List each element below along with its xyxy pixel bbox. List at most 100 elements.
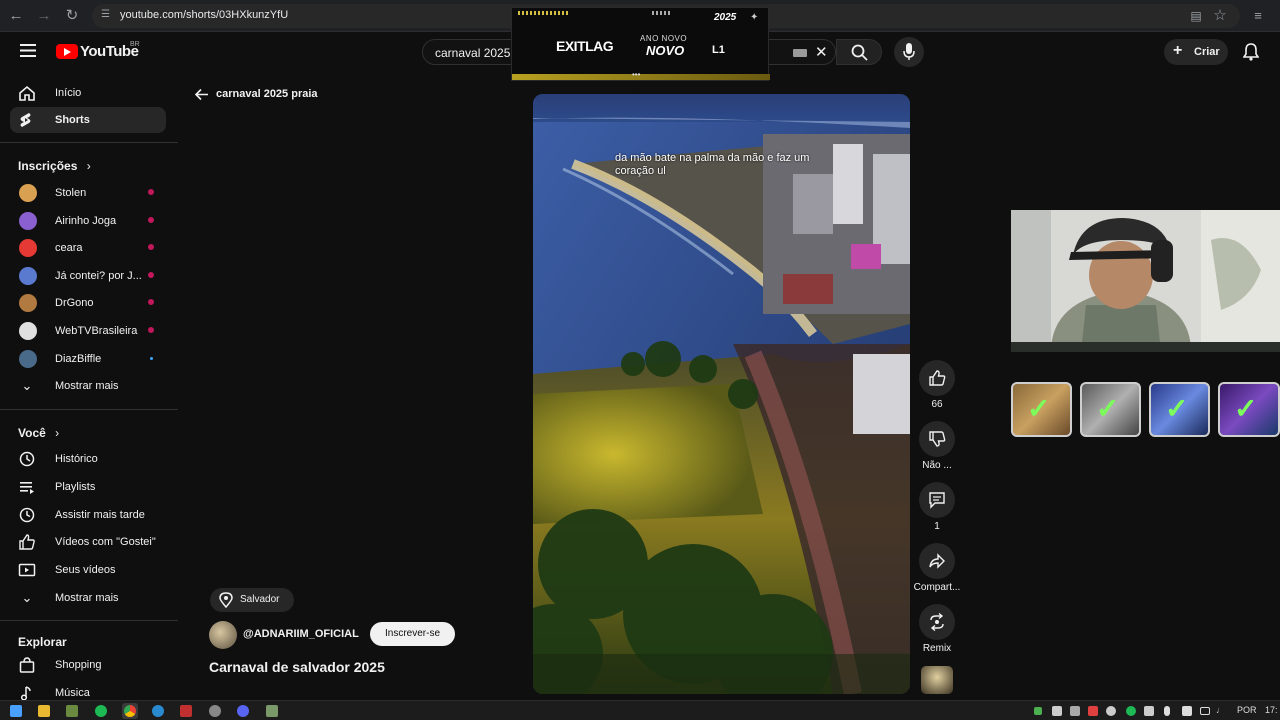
you-heading[interactable]: Você › — [18, 426, 59, 440]
live-indicator-icon — [148, 217, 154, 223]
shorts-video-player[interactable]: da mão bate na palma da mão e faz um cor… — [533, 94, 910, 694]
menu-hamburger-icon[interactable] — [20, 44, 36, 57]
create-label: Criar — [1194, 46, 1220, 58]
forward-arrow-icon[interactable]: → — [34, 6, 54, 26]
like-button[interactable] — [919, 360, 955, 396]
sidebar-item-historico[interactable]: Histórico — [10, 446, 166, 472]
sidebar-item-label: Shopping — [55, 659, 102, 671]
shopping-icon — [19, 657, 35, 673]
tray-icon[interactable] — [1106, 706, 1116, 716]
search-icon — [851, 44, 868, 61]
sidebar-item-subscription[interactable]: DrGono — [10, 290, 166, 316]
dislike-label: Não ... — [922, 460, 952, 471]
avatar — [19, 267, 37, 285]
app-icon[interactable] — [66, 705, 78, 717]
search-context-title[interactable]: carnaval 2025 praia — [216, 88, 318, 100]
input-language[interactable]: POR — [1237, 705, 1257, 715]
remix-button[interactable] — [919, 604, 955, 640]
discord-icon[interactable] — [237, 705, 249, 717]
sidebar-item-subscription[interactable]: Já contei? por J... — [10, 263, 166, 289]
install-app-icon[interactable]: ▤ — [1186, 6, 1206, 26]
ad-more-icon[interactable]: ••• — [632, 70, 640, 79]
start-menu-icon[interactable] — [10, 705, 22, 717]
channel-name[interactable]: @ADNARIIM_OFICIAL — [243, 628, 359, 640]
app-icon[interactable] — [266, 705, 278, 717]
app-icon[interactable] — [209, 705, 221, 717]
webcam-image — [1011, 210, 1280, 352]
location-chip[interactable]: Salvador — [210, 588, 294, 612]
sidebar-item-label: Vídeos com "Gostei" — [55, 536, 156, 548]
create-button[interactable]: + Criar — [1164, 39, 1228, 65]
notifications-bell-icon[interactable] — [1243, 43, 1259, 61]
tray-icon[interactable] — [1144, 706, 1154, 716]
sidebar-item-subscription[interactable]: ceara — [10, 235, 166, 261]
app-icon[interactable] — [180, 705, 192, 717]
tray-spotify-icon[interactable] — [1126, 706, 1136, 716]
explore-title: Explorar — [18, 635, 67, 649]
microphone-icon[interactable] — [1164, 706, 1170, 716]
sidebar-item-subscription[interactable]: WebTVBrasileira — [10, 318, 166, 344]
comments-button[interactable] — [919, 482, 955, 518]
sidebar-item-shorts[interactable]: Shorts — [10, 107, 166, 133]
file-explorer-icon[interactable] — [38, 705, 50, 717]
home-icon — [19, 85, 35, 101]
sidebar-item-label: DiazBiffle — [55, 353, 102, 365]
bookmark-star-icon[interactable]: ☆ — [1210, 6, 1230, 26]
sidebar-item-subscription[interactable]: Airinho Joga — [10, 208, 166, 234]
ad-tagline-1: ANO NOVO — [640, 34, 688, 43]
network-icon[interactable] — [1200, 707, 1210, 715]
channel-avatar[interactable] — [209, 621, 237, 649]
sidebar-item-subscription[interactable]: DiazBiffle — [10, 346, 166, 372]
site-info-icon[interactable]: ☰ — [101, 9, 110, 20]
spotify-icon[interactable] — [95, 705, 107, 717]
app-icon[interactable] — [152, 705, 164, 717]
subscriptions-heading[interactable]: Inscrições › — [18, 159, 91, 173]
reading-list-icon[interactable]: ≡ — [1248, 6, 1268, 26]
share-label: Compart... — [913, 582, 961, 593]
dislike-button[interactable] — [919, 421, 955, 457]
reload-icon[interactable]: ↻ — [62, 6, 82, 26]
sidebar-item-your-videos[interactable]: Seus vídeos — [10, 557, 166, 583]
back-arrow-icon[interactable] — [194, 88, 209, 101]
clock[interactable]: 17: — [1265, 705, 1278, 715]
webcam-overlay — [1011, 210, 1280, 352]
tray-icon[interactable] — [1052, 706, 1062, 716]
sidebar-item-label: Mostrar mais — [55, 592, 119, 604]
sidebar-item-watch-later[interactable]: Assistir mais tarde — [10, 502, 166, 528]
volume-icon[interactable]: ♩ — [1216, 705, 1225, 715]
sound-thumbnail[interactable] — [921, 666, 953, 694]
show-more-you-button[interactable]: ⌄ Mostrar mais — [10, 585, 166, 611]
video-title[interactable]: Carnaval de salvador 2025 — [209, 659, 385, 675]
tray-icon[interactable] — [1088, 706, 1098, 716]
tray-icon[interactable] — [1070, 706, 1080, 716]
search-query: carnaval 2025 — [435, 46, 511, 60]
sidebar-item-label: WebTVBrasileira — [55, 325, 138, 337]
location-pin-icon — [219, 592, 233, 608]
search-button[interactable] — [836, 39, 882, 65]
sidebar-item-playlists[interactable]: Playlists — [10, 474, 166, 500]
sidebar-item-subscription[interactable]: Stolen — [10, 180, 166, 206]
sidebar-item-liked-videos[interactable]: Vídeos com "Gostei" — [10, 529, 166, 555]
sidebar-item-label: DrGono — [55, 297, 94, 309]
live-indicator-icon — [148, 189, 154, 195]
tray-icon[interactable] — [1182, 706, 1192, 716]
show-more-subscriptions-button[interactable]: ⌄ Mostrar mais — [10, 373, 166, 399]
share-button[interactable] — [919, 543, 955, 579]
sidebar-item-shopping[interactable]: Shopping — [10, 652, 166, 678]
back-arrow-icon[interactable]: ← — [6, 6, 26, 26]
sidebar-item-label: Airinho Joga — [55, 215, 117, 227]
voice-search-button[interactable] — [894, 37, 924, 67]
subscribe-button[interactable]: Inscrever-se — [370, 622, 455, 646]
exitlag-ad-overlay[interactable]: 2025 ✦ EXITLAG ANO NOVO NOVO L1 ••• — [511, 7, 770, 81]
tray-icon[interactable] — [1034, 707, 1042, 715]
ad-settings-icon[interactable]: ✦ — [750, 12, 758, 23]
game-tile-check: ✓ — [1011, 382, 1072, 437]
keyboard-icon[interactable] — [793, 49, 807, 57]
youtube-logo-icon[interactable] — [56, 44, 78, 59]
sidebar-item-inicio[interactable]: Início — [10, 80, 166, 106]
chrome-active-icon[interactable] — [122, 703, 138, 719]
remix-label: Remix — [922, 643, 952, 654]
like-icon — [929, 370, 946, 386]
clear-search-icon[interactable]: ✕ — [815, 43, 828, 61]
sidebar-item-label: Playlists — [55, 481, 96, 493]
